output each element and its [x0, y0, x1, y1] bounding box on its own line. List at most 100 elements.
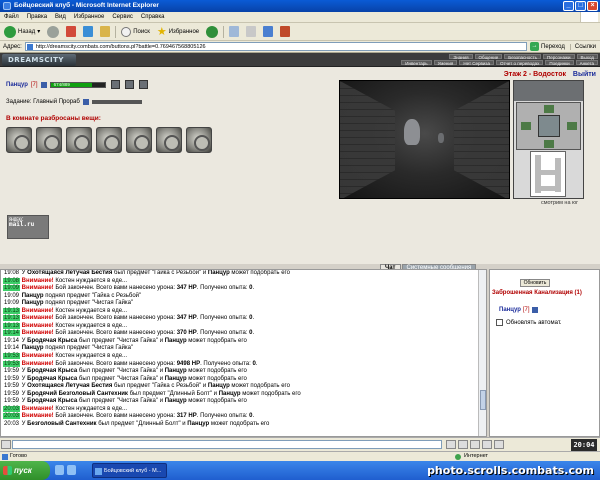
clear-button[interactable]: [470, 440, 480, 449]
player-name[interactable]: Панцур: [6, 82, 28, 88]
nav-security[interactable]: Безопасность: [504, 54, 541, 60]
chat-timestamp[interactable]: 19:53: [3, 353, 21, 360]
nav-transfers[interactable]: Отчет о переводах: [495, 60, 544, 66]
move-forward-button[interactable]: [544, 105, 554, 113]
info-icon[interactable]: [40, 81, 47, 88]
chat-name[interactable]: Панцур: [208, 383, 230, 389]
chat-timestamp[interactable]: 19:59: [3, 391, 20, 397]
chat-name[interactable]: 347 HP: [177, 315, 197, 321]
chat-name[interactable]: 9498 HP: [177, 361, 200, 367]
room-item[interactable]: [96, 127, 122, 153]
menu-file[interactable]: Файл: [4, 14, 19, 20]
nav-service[interactable]: Нет Сервиза: [459, 60, 494, 66]
room-item[interactable]: [36, 127, 62, 153]
chat-timestamp[interactable]: 19:59: [3, 383, 20, 389]
info-icon[interactable]: [531, 307, 538, 313]
history-button[interactable]: [204, 25, 220, 39]
turn-right-button[interactable]: [567, 122, 577, 130]
room-item[interactable]: [156, 127, 182, 153]
chat-timestamp[interactable]: 20:03: [3, 421, 20, 427]
room-item[interactable]: [186, 127, 212, 153]
chat-input[interactable]: [12, 440, 442, 449]
filter-button[interactable]: [482, 440, 492, 449]
chat-name[interactable]: Панцур: [165, 368, 187, 374]
back-button[interactable]: Назад ▾: [2, 25, 42, 39]
chat-name[interactable]: 317 HP: [177, 413, 197, 419]
auto-refresh-checkbox[interactable]: [496, 319, 503, 326]
nav-battles[interactable]: Поединки: [545, 60, 574, 66]
chat-name[interactable]: Панцур: [165, 398, 187, 404]
nav-profile[interactable]: Анкета: [575, 60, 598, 66]
chat-scrollbar[interactable]: [478, 270, 486, 436]
chat-name[interactable]: Панцур: [22, 300, 44, 306]
info-icon[interactable]: [82, 99, 89, 105]
dungeon-view[interactable]: [339, 80, 510, 199]
send-button[interactable]: [446, 440, 456, 449]
chat-name[interactable]: Панцур: [165, 376, 187, 382]
chat-timestamp[interactable]: 19:13: [3, 322, 21, 329]
chat-name[interactable]: Бродячая Крыса: [27, 376, 77, 382]
menu-tools[interactable]: Сервис: [112, 14, 133, 20]
turn-left-button[interactable]: [521, 122, 531, 130]
chat-options-button[interactable]: [1, 440, 11, 449]
counter-badges[interactable]: ЯНДЕКС mail.ru: [7, 215, 49, 239]
chat-timestamp[interactable]: 19:14: [3, 330, 21, 337]
menu-favorites[interactable]: Избранное: [74, 14, 104, 20]
nav-communication[interactable]: Общение: [474, 54, 503, 60]
ie-quicklaunch-icon[interactable]: [55, 465, 64, 475]
chat-name[interactable]: Панцур: [22, 345, 44, 351]
close-button[interactable]: ×: [587, 1, 598, 11]
monster-small[interactable]: [438, 133, 444, 143]
stop-button[interactable]: [64, 25, 78, 39]
desktop-quicklaunch-icon[interactable]: [67, 465, 76, 475]
nav-knowledge[interactable]: Знания: [449, 54, 473, 60]
edit-button[interactable]: [261, 25, 275, 39]
refresh-button[interactable]: [81, 25, 95, 39]
chat-name[interactable]: Панцур: [208, 270, 230, 276]
chat-timestamp[interactable]: 19:08: [3, 270, 20, 276]
chat-name[interactable]: 370 HP: [177, 330, 197, 336]
mail-button[interactable]: [227, 25, 241, 39]
chat-timestamp[interactable]: 19:13: [3, 315, 21, 322]
monster-rat[interactable]: [404, 119, 420, 145]
room-item[interactable]: [6, 127, 32, 153]
start-button[interactable]: пуск: [0, 461, 50, 480]
favorites-button[interactable]: ★ Избранное: [155, 25, 201, 39]
room-item[interactable]: [126, 127, 152, 153]
chat-name[interactable]: Панцур: [165, 338, 187, 344]
smiles-button[interactable]: [458, 440, 468, 449]
chat-timestamp[interactable]: 19:09: [3, 300, 20, 306]
chat-timestamp[interactable]: 19:08: [3, 277, 21, 284]
chat-timestamp[interactable]: 19:09: [3, 293, 20, 299]
nav-inventory[interactable]: Инвентарь: [401, 60, 432, 66]
chat-name[interactable]: Панцур: [219, 391, 241, 397]
chat-timestamp[interactable]: 19:59: [3, 376, 20, 382]
chat-timestamp[interactable]: 19:13: [3, 307, 21, 314]
minimize-button[interactable]: _: [563, 1, 574, 11]
chat-timestamp[interactable]: 19:53: [3, 360, 21, 367]
search-button[interactable]: Поиск: [119, 25, 152, 39]
messenger-button[interactable]: [278, 25, 292, 39]
room-item[interactable]: [66, 127, 92, 153]
chat-timestamp[interactable]: 19:14: [3, 345, 20, 351]
chat-timestamp[interactable]: 20:03: [3, 413, 21, 420]
print-button[interactable]: [244, 25, 258, 39]
maximize-button[interactable]: □: [575, 1, 586, 11]
chat-timestamp[interactable]: 19:14: [3, 338, 20, 344]
home-button[interactable]: [98, 25, 112, 39]
go-button[interactable]: → Переход: [530, 42, 567, 51]
translit-button[interactable]: [494, 440, 504, 449]
chat-name[interactable]: Панцур: [187, 421, 209, 427]
links-button[interactable]: Ссылки: [569, 43, 600, 50]
url-input[interactable]: http://dreamscity.combats.com/buttons.pl…: [24, 42, 528, 51]
chat-name[interactable]: Бродячая Крыса: [27, 398, 77, 404]
taskbar-window-item[interactable]: Бойцовский клуб - M...: [92, 463, 167, 478]
chat-name[interactable]: Охотящаяся Летучая Бестия: [27, 270, 112, 276]
exit-link[interactable]: Выйти: [573, 71, 596, 78]
chat-timestamp[interactable]: 19:09: [3, 285, 21, 292]
chat-name[interactable]: Бродячий Безголовый Сантехник: [27, 391, 128, 397]
menu-help[interactable]: Справка: [141, 14, 165, 20]
nav-skills[interactable]: Умения: [433, 60, 458, 66]
move-back-button[interactable]: [544, 140, 554, 148]
nav-exit[interactable]: Выход: [576, 54, 598, 60]
